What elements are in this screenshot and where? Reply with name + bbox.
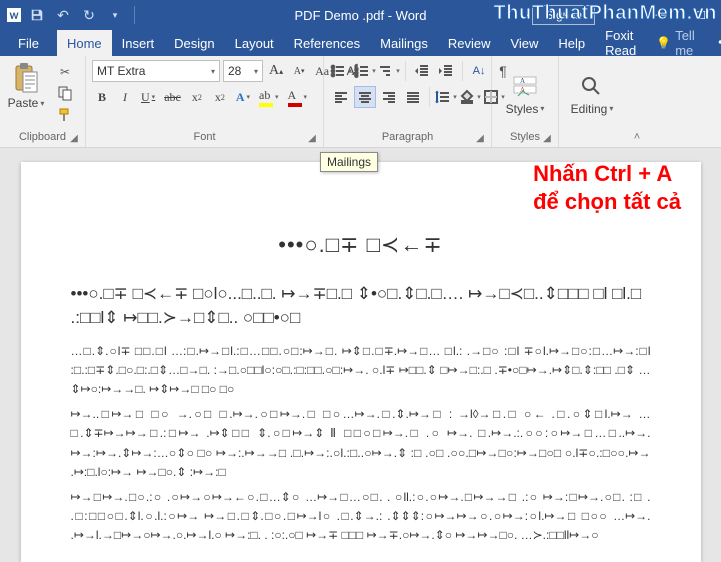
font-color-button[interactable]: A▾ (285, 86, 311, 108)
ribbon: Paste▾ ✂ Clipboard ◢ MT Extra▾ 28▾ A▴ (0, 56, 721, 148)
bucket-icon (459, 88, 475, 107)
undo-icon[interactable]: ↶ (52, 4, 74, 26)
font-color-icon: A (288, 88, 302, 107)
quick-access-toolbar: W ↶ ↻ ▾ (0, 4, 139, 26)
underline-button[interactable]: U▾ (138, 86, 158, 108)
document-heading: •••○.□∓ □≺←∓ (71, 232, 651, 258)
group-label-clipboard: Clipboard ◢ (6, 129, 79, 145)
styles-icon: AA (512, 74, 538, 100)
text-effects-icon: A (236, 90, 245, 105)
tab-insert[interactable]: Insert (112, 30, 165, 56)
multilevel-list-button[interactable]: ▾ (378, 60, 400, 82)
find-icon (579, 74, 605, 100)
site-watermark: ThuThuatPhanMem.vn (494, 2, 717, 25)
tell-me-search[interactable]: 💡Tell me (646, 30, 704, 56)
group-styles: AA Styles▾ Styles ◢ (492, 56, 559, 147)
shading-button[interactable]: ▾ (459, 86, 481, 108)
mailings-tooltip: Mailings (320, 152, 378, 172)
group-label-styles: Styles ◢ (498, 129, 552, 145)
cut-button[interactable]: ✂ (54, 62, 76, 82)
subscript-button[interactable]: x2 (187, 86, 207, 108)
body-paragraph: ↦→□↦→.□○.:○ .○↦→○↦→←○.□…⇕○ …↦→□…○□. . ○l… (71, 488, 651, 546)
scissors-icon: ✂ (60, 65, 70, 79)
tab-home[interactable]: Home (57, 30, 112, 56)
qat-separator (134, 6, 135, 24)
group-font: MT Extra▾ 28▾ A▴ A▾ Aa▾ A̷ B I U▾ abc x2… (86, 56, 324, 147)
group-label-font: Font ◢ (92, 129, 317, 145)
highlight-icon: ab (259, 88, 273, 107)
format-painter-button[interactable] (54, 106, 76, 126)
clipboard-launcher-icon[interactable]: ◢ (67, 131, 81, 145)
italic-button[interactable]: I (115, 86, 135, 108)
group-label-editing (565, 129, 619, 145)
increase-indent-button[interactable] (435, 60, 457, 82)
svg-text:3: 3 (355, 73, 358, 79)
instruction-annotation: Nhấn Ctrl + A để chọn tất cả (533, 160, 681, 215)
sort-icon: A↓ (473, 65, 486, 77)
group-editing: Editing▾ (559, 56, 625, 147)
svg-text:W: W (9, 9, 19, 22)
paste-button[interactable]: Paste▾ (6, 60, 46, 129)
tab-view[interactable]: View (500, 30, 548, 56)
group-label-paragraph: Paragraph ◢ (330, 129, 485, 145)
font-launcher-icon[interactable]: ◢ (305, 131, 319, 145)
group-paragraph: ▾ 123▾ ▾ A↓ ¶ ▾ ▾ ▾ Paragr (324, 56, 492, 147)
line-spacing-button[interactable]: ▾ (435, 86, 457, 108)
numbering-button[interactable]: 123▾ (354, 60, 376, 82)
superscript-button[interactable]: x2 (210, 86, 230, 108)
paste-icon (12, 62, 40, 96)
font-name-combo[interactable]: MT Extra▾ (92, 60, 220, 82)
page[interactable]: •••○.□∓ □≺←∓ •••○.□∓ □≺←∓ □○l○...□..□. ↦… (21, 162, 701, 562)
svg-text:A: A (520, 77, 525, 85)
tab-references[interactable]: References (284, 30, 370, 56)
tab-review[interactable]: Review (438, 30, 501, 56)
word-app-icon: W (6, 7, 22, 23)
document-subheading: •••○.□∓ □≺←∓ □○l○...□..□. ↦→∓□.□ ⇕•○□.⇕□… (71, 282, 651, 330)
strikethrough-button[interactable]: abc (161, 86, 184, 108)
align-left-button[interactable] (330, 86, 352, 108)
bullets-button[interactable]: ▾ (330, 60, 352, 82)
paintbrush-icon (57, 107, 73, 126)
collapse-ribbon-icon[interactable]: ˄ (625, 56, 649, 147)
copy-button[interactable] (54, 84, 76, 104)
group-clipboard: Paste▾ ✂ Clipboard ◢ (0, 56, 86, 147)
bold-button[interactable]: B (92, 86, 112, 108)
paragraph-launcher-icon[interactable]: ◢ (473, 131, 487, 145)
share-icon (717, 35, 721, 52)
justify-button[interactable] (402, 86, 424, 108)
save-icon[interactable] (26, 4, 48, 26)
text-effects-button[interactable]: A▾ (233, 86, 253, 108)
grow-font-button[interactable]: A▴ (266, 60, 286, 82)
tab-help[interactable]: Help (548, 30, 595, 56)
ribbon-tabs: File Home Insert Design Layout Reference… (0, 30, 721, 56)
share-button[interactable]: Share (705, 30, 721, 56)
editing-button[interactable]: Editing▾ (565, 74, 619, 116)
redo-icon[interactable]: ↻ (78, 4, 100, 26)
lightbulb-icon: 💡 (656, 36, 671, 50)
highlight-button[interactable]: ab▾ (256, 86, 282, 108)
styles-launcher-icon[interactable]: ◢ (540, 131, 554, 145)
align-center-button[interactable] (354, 86, 376, 108)
tab-design[interactable]: Design (164, 30, 224, 56)
qat-customize-icon[interactable]: ▾ (104, 4, 126, 26)
tab-layout[interactable]: Layout (225, 30, 284, 56)
shrink-font-button[interactable]: A▾ (289, 60, 309, 82)
tab-mailings[interactable]: Mailings (370, 30, 438, 56)
copy-icon (57, 85, 73, 104)
body-paragraph: …□.⇕.○l∓ □□.□l …:□.↦→□l.:□…□□.○□:↦→□. ↦⇕… (71, 342, 651, 400)
font-size-combo[interactable]: 28▾ (223, 60, 263, 82)
document-body: …□.⇕.○l∓ □□.□l …:□.↦→□l.:□…□□.○□:↦→□. ↦⇕… (71, 342, 651, 562)
tab-file[interactable]: File (0, 30, 57, 56)
align-right-button[interactable] (378, 86, 400, 108)
decrease-indent-button[interactable] (411, 60, 433, 82)
body-paragraph: ↦→..□↦→□ □○ →.○□ □.↦→.○□↦→.□ □○…↦→.□.⇕.↦… (71, 405, 651, 482)
sort-button[interactable]: A↓ (468, 60, 490, 82)
tab-foxit[interactable]: Foxit Read (595, 30, 646, 56)
styles-button[interactable]: AA Styles▾ (498, 74, 552, 116)
document-title: PDF Demo .pdf - Word (295, 8, 427, 23)
